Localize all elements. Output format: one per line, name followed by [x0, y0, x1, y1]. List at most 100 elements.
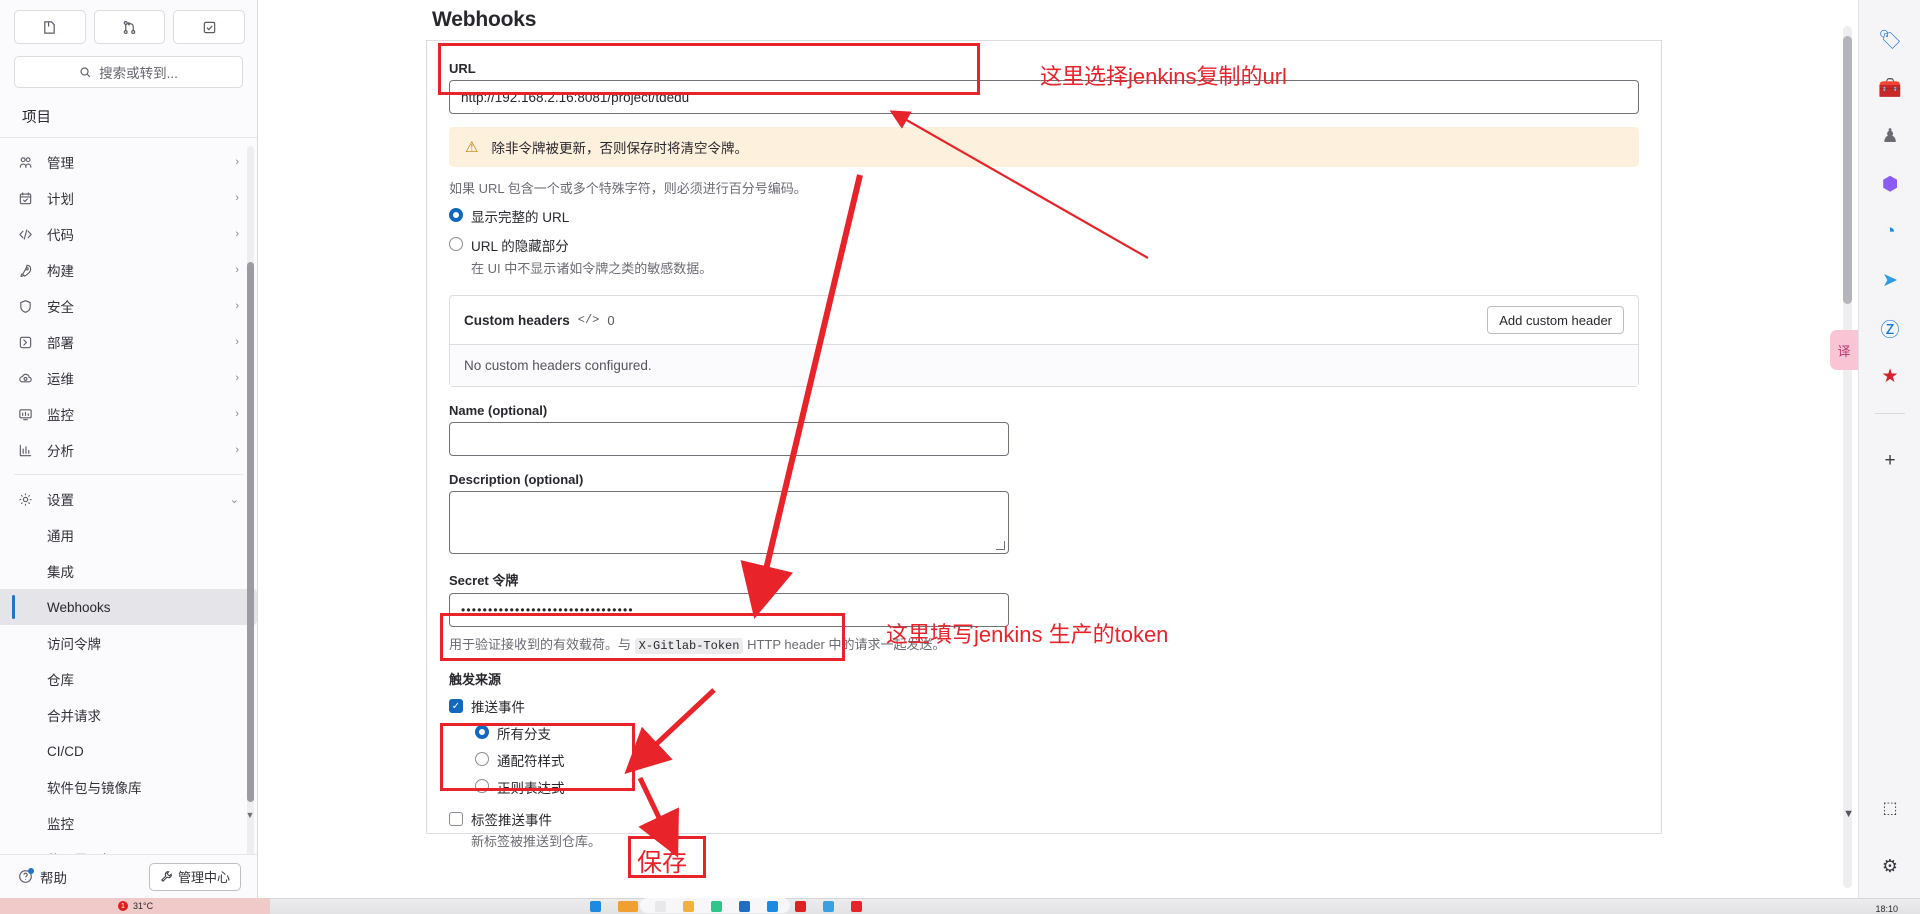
taskbar-icon-explorer[interactable]	[683, 900, 694, 912]
sidebar-subitem-[interactable]: 使用量配额	[0, 841, 257, 854]
rail-divider	[1875, 413, 1905, 414]
main-content: Webhooks URL http://192.168.2.16:8081/pr…	[258, 0, 1858, 898]
taskbar-icon-qq[interactable]	[767, 900, 778, 912]
sidebar-subitem-[interactable]: 软件包与镜像库	[0, 769, 257, 805]
issues-button[interactable]	[14, 10, 86, 44]
chevron-right-icon: ›	[235, 300, 239, 312]
radio-mask-url-help: 在 UI 中不显示诸如令牌之类的敏感数据。	[471, 261, 713, 276]
sidebar-subitem-[interactable]: 仓库	[0, 661, 257, 697]
radio-show-full-url[interactable]: 显示完整的 URL	[449, 206, 1639, 226]
screen-root: 搜索或转到... 项目 管理 › 计划 › 代码 › 构建 › 安全 › 部署 › 运维 › 监控 › 分析 › …	[0, 0, 1920, 914]
translate-badge[interactable]: 译	[1830, 330, 1858, 370]
custom-headers-box: Custom headers </> 0 Add custom header N…	[449, 295, 1639, 387]
taskbar-icon-wechat[interactable]	[711, 900, 722, 912]
sidebar-subitem-[interactable]: 集成	[0, 553, 257, 589]
merge-requests-button[interactable]	[93, 10, 166, 44]
sidebar-subitem-webhooks[interactable]: Webhooks	[0, 589, 257, 625]
taskbar-icon-browser[interactable]	[618, 900, 638, 912]
sidebar-subitem-ci-cd[interactable]: CI/CD	[0, 733, 257, 769]
name-input[interactable]	[449, 422, 1009, 456]
taskbar-weather[interactable]: 1 31°C	[0, 898, 270, 914]
sidebar-subitem-[interactable]: 通用	[0, 517, 257, 553]
sidebar-item-label: 运维	[47, 372, 74, 387]
screenshot-icon[interactable]: ⬚	[1872, 790, 1908, 826]
checkbox-push-events[interactable]: ✓ 推送事件	[449, 696, 1639, 716]
outlook-icon[interactable]: ◔	[1872, 214, 1908, 250]
custom-headers-empty-text: No custom headers configured.	[450, 344, 1638, 386]
chevron-right-icon: ›	[235, 192, 239, 204]
sidebar-item-2[interactable]: 代码 ›	[0, 216, 257, 252]
tag-icon[interactable]: 🏷	[1872, 22, 1908, 58]
chevron-right-icon: ›	[235, 372, 239, 384]
sidebar-scrollbar-thumb[interactable]	[247, 262, 254, 802]
sidebar-item-1[interactable]: 计划 ›	[0, 180, 257, 216]
sidebar-item-settings[interactable]: 设置 ⌄	[0, 481, 257, 517]
main-scrollbar-thumb[interactable]	[1843, 36, 1852, 304]
annotation-save: 保存	[637, 849, 688, 877]
secret-help-prefix: 用于验证接收到的有效载荷。与	[449, 637, 635, 652]
token-clear-warning: ⚠ 除非令牌被更新，否则保存时将清空令牌。	[449, 127, 1639, 167]
sidebar-item-7[interactable]: 监控 ›	[0, 396, 257, 432]
taskbar-icon-notes[interactable]	[823, 900, 834, 912]
warning-triangle-icon: ⚠	[465, 139, 479, 156]
help-button[interactable]: 帮助	[18, 867, 67, 887]
page-title: Webhooks	[432, 8, 537, 31]
radio-all-branches[interactable]: 所有分支	[475, 723, 1639, 743]
chevron-right-icon: ›	[235, 408, 239, 420]
todos-button[interactable]	[173, 10, 246, 44]
sidebar-item-8[interactable]: 分析 ›	[0, 432, 257, 468]
taskbar-clock[interactable]: 18:10	[1875, 905, 1898, 914]
shield-icon	[18, 299, 40, 314]
main-scroll-down-arrow[interactable]: ▼	[1843, 808, 1854, 820]
telegram-icon[interactable]: ➤	[1872, 262, 1908, 298]
copilot-icon[interactable]: ⬢	[1872, 166, 1908, 202]
add-custom-header-button[interactable]: Add custom header	[1487, 306, 1624, 334]
sidebar-item-label: 构建	[47, 264, 74, 279]
custom-headers-title: Custom headers	[464, 312, 570, 328]
radio-label: 正则表达式	[497, 781, 565, 796]
taskbar-app-icons	[590, 898, 862, 914]
taskbar-icon-windows[interactable]	[590, 900, 601, 912]
chevron-right-icon: ›	[235, 156, 239, 168]
sidebar-item-6[interactable]: 运维 ›	[0, 360, 257, 396]
gov-icon[interactable]: ★	[1872, 358, 1908, 394]
sidebar-item-label: 计划	[47, 192, 74, 207]
code-icon: </>	[577, 313, 600, 327]
sidebar-item-4[interactable]: 安全 ›	[0, 288, 257, 324]
chess-icon[interactable]: ♟	[1872, 118, 1908, 154]
sidebar-item-5[interactable]: 部署 ›	[0, 324, 257, 360]
taskbar-icon-recorder[interactable]	[851, 900, 862, 912]
radio-label: 所有分支	[497, 727, 551, 742]
notification-badge: 1	[118, 901, 128, 911]
sidebar-item-0[interactable]: 管理 ›	[0, 144, 257, 180]
secret-help-chip: X-Gitlab-Token	[634, 638, 744, 654]
radio-label: 通配符样式	[497, 754, 565, 769]
code-icon	[18, 227, 40, 242]
taskbar-icon-widget[interactable]	[655, 900, 666, 912]
sidebar-subitem-[interactable]: 监控	[0, 805, 257, 841]
radio-indicator	[475, 725, 489, 739]
sidebar-item-label: 安全	[47, 300, 74, 315]
secret-token-label: Secret 令牌	[449, 573, 519, 588]
admin-area-button[interactable]: 管理中心	[148, 862, 241, 891]
admin-area-label: 管理中心	[177, 870, 230, 885]
checkbox-tag-push-events[interactable]: 标签推送事件	[449, 809, 1639, 829]
scroll-down-arrow[interactable]: ▼	[245, 810, 255, 820]
settings-icon[interactable]: ⚙	[1872, 848, 1908, 884]
radio-wildcard-pattern[interactable]: 通配符样式	[475, 750, 1639, 770]
description-textarea[interactable]	[449, 491, 1009, 554]
add-app-button[interactable]: +	[1872, 443, 1908, 479]
sidebar-item-label: 管理	[47, 156, 74, 171]
taskbar-icon-pdf[interactable]	[795, 900, 806, 912]
sidebar-item-3[interactable]: 构建 ›	[0, 252, 257, 288]
sidebar-subitem-[interactable]: 访问令牌	[0, 625, 257, 661]
sidebar-subitem-[interactable]: 合并请求	[0, 697, 257, 733]
sidebar-subitem-label: 集成	[47, 565, 74, 580]
zhihu-icon[interactable]: Ⓩ	[1872, 310, 1908, 346]
radio-regex[interactable]: 正则表达式	[475, 777, 1639, 797]
search-input[interactable]: 搜索或转到...	[14, 56, 243, 88]
radio-mask-url[interactable]: URL 的隐藏部分	[449, 235, 1639, 255]
sidebar-subitem-label: 软件包与镜像库	[47, 781, 142, 796]
taskbar-icon-store[interactable]	[739, 900, 750, 912]
toolbox-icon[interactable]: 🧰	[1872, 70, 1908, 106]
